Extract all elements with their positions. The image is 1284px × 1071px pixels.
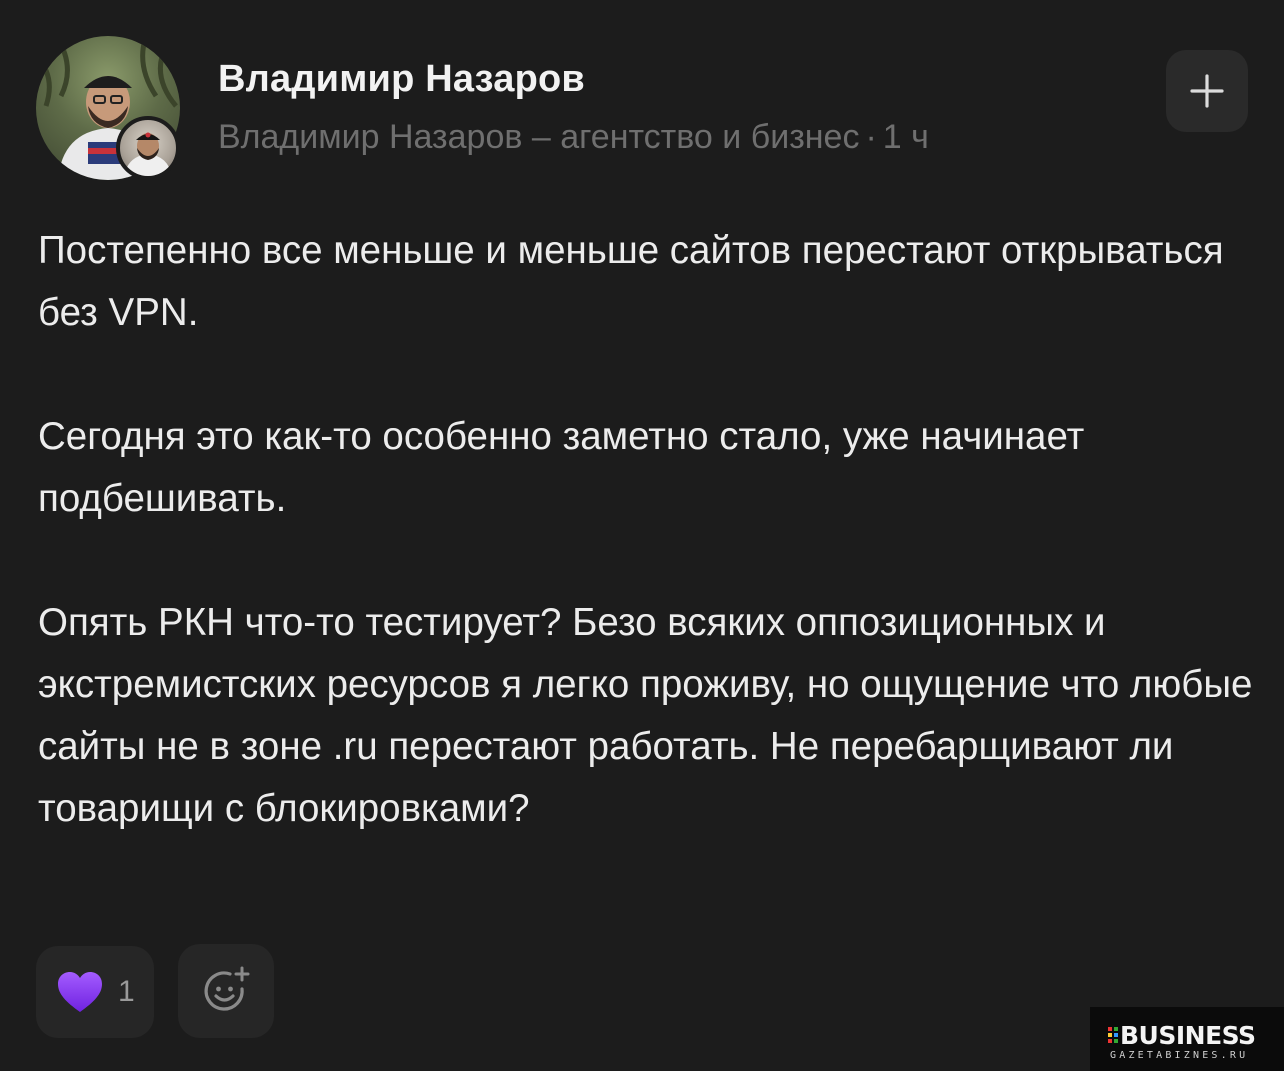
channel-avatar-photo	[124, 132, 172, 176]
reaction-count: 1	[118, 975, 135, 1008]
channel-avatar[interactable]	[116, 116, 180, 180]
meta-separator: ·	[865, 118, 877, 156]
watermark-subtitle: GAZETABIZNES.RU	[1110, 1050, 1249, 1061]
post-card: Владимир Назаров Владимир Назаров – аген…	[0, 0, 1284, 1071]
watermark-bars-icon	[1108, 1027, 1118, 1049]
subscribe-button[interactable]	[1166, 50, 1248, 132]
add-reaction-smiley-icon	[204, 966, 250, 1011]
post-paragraph: Постепенно все меньше и меньше сайтов пе…	[38, 229, 1224, 334]
post-paragraph: Сегодня это как-то особенно заметно стал…	[38, 415, 1085, 520]
heart-reaction-button[interactable]: 1	[36, 946, 154, 1038]
author-name[interactable]: Владимир Назаров	[218, 58, 585, 101]
post-time: 1 ч	[882, 118, 929, 156]
author-avatar-group[interactable]	[36, 36, 180, 180]
watermark-logo: BUSINESS GAZETABIZNES.RU	[1090, 1007, 1284, 1071]
post-paragraph: Опять РКН что-то тестирует? Безо всяких …	[38, 601, 1253, 830]
plus-icon	[1190, 74, 1224, 108]
purple-heart-icon	[58, 972, 102, 1012]
channel-name[interactable]: Владимир Назаров – агентство и бизнес	[218, 118, 859, 156]
post-meta: Владимир Назаров – агентство и бизнес · 1 …	[218, 118, 929, 157]
add-reaction-button[interactable]	[178, 944, 274, 1038]
post-body: Постепенно все меньше и меньше сайтов пе…	[38, 220, 1268, 840]
watermark-title: BUSINESS	[1120, 1021, 1256, 1050]
